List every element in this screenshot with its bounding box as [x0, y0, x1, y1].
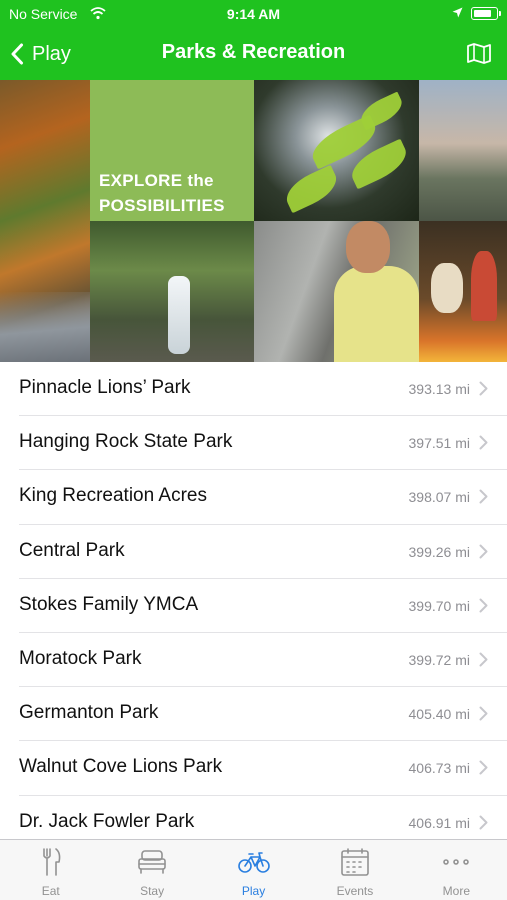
rock-climber-photo: [254, 221, 419, 362]
park-distance: 405.40 mi: [408, 706, 470, 723]
tab-label: Stay: [140, 884, 165, 898]
tab-eat[interactable]: Eat: [0, 840, 101, 900]
tab-label: Events: [336, 884, 374, 898]
chevron-right-icon: [479, 706, 488, 721]
navigation-bar: Play Parks & Recreation: [0, 28, 507, 80]
park-distance: 397.51 mi: [408, 435, 470, 452]
park-name: King Recreation Acres: [19, 485, 207, 507]
chevron-right-icon: [479, 381, 488, 396]
tab-bar: Eat Stay Play Events More: [0, 839, 507, 900]
park-name: Central Park: [19, 539, 125, 561]
park-name: Germanton Park: [19, 702, 159, 724]
parks-list: Pinnacle Lions’ Park 393.13 mi Hanging Roc…: [0, 362, 507, 839]
park-distance: 406.91 mi: [408, 814, 470, 831]
tab-label: Eat: [41, 884, 60, 898]
chevron-right-icon: [479, 598, 488, 613]
list-item[interactable]: King Recreation Acres 398.07 mi: [0, 470, 507, 525]
list-item[interactable]: Germanton Park 405.40 mi: [0, 687, 507, 742]
banner-line-1: EXPLORE the: [99, 171, 214, 190]
page-title: Parks & Recreation: [161, 41, 346, 63]
park-distance: 398.07 mi: [408, 489, 470, 506]
chevron-right-icon: [479, 652, 488, 667]
autumn-mountain-photo: [0, 80, 90, 362]
park-name: Moratock Park: [19, 647, 142, 669]
status-bar: No Service 9:14 AM: [0, 0, 507, 28]
explore-tile: EXPLORE the POSSIBILITIES: [90, 80, 254, 221]
list-item[interactable]: Dr. Jack Fowler Park 406.91 mi: [0, 796, 507, 840]
fork-knife-icon: [35, 847, 67, 877]
chevron-right-icon: [479, 815, 488, 829]
chevron-right-icon: [479, 489, 488, 504]
tab-more[interactable]: More: [406, 840, 507, 900]
park-name: Stokes Family YMCA: [19, 593, 199, 615]
tab-events[interactable]: Events: [304, 840, 405, 900]
battery-icon: [471, 7, 498, 20]
status-time: 9:14 AM: [226, 6, 281, 22]
location-arrow-icon: [452, 7, 463, 18]
park-name: Walnut Cove Lions Park: [19, 756, 223, 778]
park-distance: 393.13 mi: [408, 381, 470, 397]
park-name: Dr. Jack Fowler Park: [19, 810, 195, 832]
campfire-kids-photo: [419, 221, 507, 362]
bed-icon: [136, 847, 168, 877]
list-item[interactable]: Moratock Park 399.72 mi: [0, 633, 507, 688]
header-bar: No Service 9:14 AM Play Parks & Recreati…: [0, 0, 507, 80]
chevron-right-icon: [479, 760, 488, 775]
park-distance: 399.26 mi: [408, 543, 470, 560]
overlook-photo: [419, 80, 507, 221]
list-item[interactable]: Stokes Family YMCA 399.70 mi: [0, 579, 507, 633]
tab-label: More: [442, 884, 470, 898]
list-item[interactable]: Walnut Cove Lions Park 406.73 mi: [0, 741, 507, 796]
list-item[interactable]: Hanging Rock State Park 397.51 mi: [0, 416, 507, 471]
calendar-icon: [339, 847, 371, 877]
more-dots-icon: [440, 847, 472, 877]
waterfall-photo: [90, 221, 254, 362]
tab-stay[interactable]: Stay: [101, 840, 202, 900]
battery-cap: [499, 11, 501, 16]
chevron-right-icon: [479, 435, 488, 450]
park-distance: 399.70 mi: [408, 597, 470, 614]
tab-label: Play: [241, 884, 266, 898]
tab-play[interactable]: Play: [203, 840, 304, 900]
bicycle-icon: [237, 847, 270, 877]
park-name: Hanging Rock State Park: [19, 431, 233, 453]
park-name: Pinnacle Lions’ Park: [19, 377, 191, 398]
park-distance: 399.72 mi: [408, 651, 470, 668]
banner-line-2: POSSIBILITIES: [99, 196, 225, 215]
list-item[interactable]: Central Park 399.26 mi: [0, 525, 507, 579]
explore-banner: EXPLORE the POSSIBILITIES: [0, 80, 507, 362]
chevron-right-icon: [479, 544, 488, 559]
map-icon[interactable]: [466, 42, 492, 64]
park-distance: 406.73 mi: [408, 760, 470, 777]
list-item[interactable]: Pinnacle Lions’ Park 393.13 mi: [0, 362, 507, 417]
leaves-waterfall-photo: [254, 80, 419, 221]
